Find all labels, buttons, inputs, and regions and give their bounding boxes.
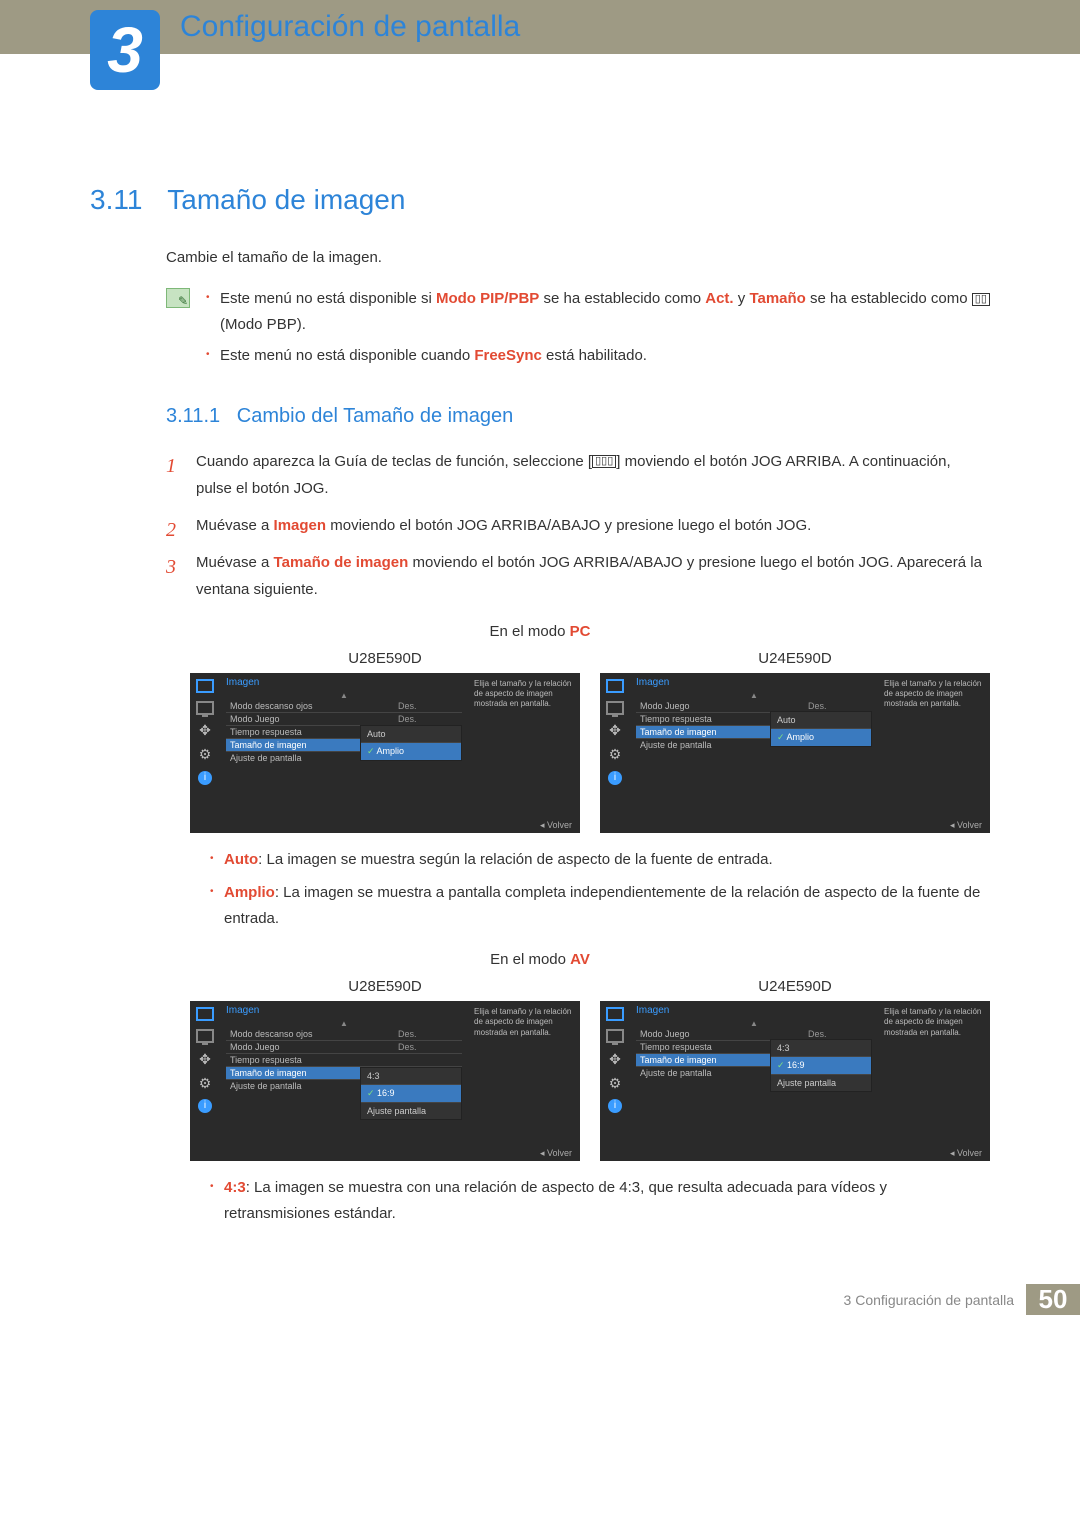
settings-tab-icon xyxy=(606,747,624,763)
osd-screenshot: i Imagen ▲ Modo JuegoDes. Tiempo respues… xyxy=(600,1001,990,1161)
osd-title: Imagen xyxy=(226,677,462,688)
chapter-badge: 3 xyxy=(90,10,160,90)
scroll-up-icon: ▲ xyxy=(226,1019,462,1028)
settings-tab-icon xyxy=(606,1075,624,1091)
display-tab-icon xyxy=(196,1029,214,1043)
page-number: 50 xyxy=(1026,1284,1080,1315)
osd-submenu: 4:3 16:9 Ajuste pantalla xyxy=(770,1039,872,1092)
osd-screenshot: i Imagen ▲ Modo descanso ojosDes. Modo J… xyxy=(190,673,580,833)
mode-pc-label: En el modo PC xyxy=(90,623,990,640)
settings-tab-icon xyxy=(196,747,214,763)
mode-av-label: En el modo AV xyxy=(90,951,990,968)
osd-back: Volver xyxy=(946,818,986,833)
picture-tab-icon xyxy=(606,1007,624,1021)
display-tab-icon xyxy=(196,701,214,715)
subsection-title: Cambio del Tamaño de imagen xyxy=(237,405,513,427)
osd-hint: Elija el tamaño y la relación de aspecto… xyxy=(878,673,990,833)
section-title: Tamaño de imagen xyxy=(167,184,405,215)
section-heading: 3.11 Tamaño de imagen xyxy=(90,184,990,216)
section-number: 3.11 xyxy=(90,184,160,216)
step-item: 2 Muévase a Imagen moviendo el botón JOG… xyxy=(166,512,990,539)
osd-title: Imagen xyxy=(636,1005,872,1016)
osd-back: Volver xyxy=(536,818,576,833)
osd-row-pc: U28E590D i Imagen ▲ Modo descanso ojosDe… xyxy=(190,650,990,833)
display-tab-icon xyxy=(606,1029,624,1043)
move-tab-icon xyxy=(196,723,214,739)
subsection-number: 3.11.1 xyxy=(166,405,220,427)
note-list: Este menú no está disponible si Modo PIP… xyxy=(206,286,990,375)
info-tab-icon: i xyxy=(608,771,622,785)
chapter-title: Configuración de pantalla xyxy=(180,10,520,44)
bullet-item: 4:3: La imagen se muestra con una relaci… xyxy=(210,1175,990,1226)
osd-submenu: 4:3 16:9 Ajuste pantalla xyxy=(360,1067,462,1120)
header-bar: Configuración de pantalla xyxy=(0,0,1080,54)
bullet-item: Auto: La imagen se muestra según la rela… xyxy=(210,847,990,873)
note-item: Este menú no está disponible si Modo PIP… xyxy=(206,286,990,337)
footer-chapter: 3 Configuración de pantalla xyxy=(844,1292,1026,1308)
scroll-up-icon: ▲ xyxy=(636,1019,872,1028)
picture-tab-icon xyxy=(606,679,624,693)
scroll-up-icon: ▲ xyxy=(226,691,462,700)
step-item: 3 Muévase a Tamaño de imagen moviendo el… xyxy=(166,549,990,603)
osd-back: Volver xyxy=(946,1146,986,1161)
menu-icon: ▯▯▯ xyxy=(592,455,616,468)
section-intro: Cambie el tamaño de la imagen. xyxy=(166,246,990,270)
osd-model-label: U28E590D xyxy=(190,978,580,995)
osd-back: Volver xyxy=(536,1146,576,1161)
osd-hint: Elija el tamaño y la relación de aspecto… xyxy=(468,673,580,833)
osd-model-label: U24E590D xyxy=(600,978,990,995)
move-tab-icon xyxy=(606,1051,624,1067)
move-tab-icon xyxy=(606,723,624,739)
osd-screenshot: i Imagen ▲ Modo JuegoDes. Tiempo respues… xyxy=(600,673,990,833)
osd-hint: Elija el tamaño y la relación de aspecto… xyxy=(468,1001,580,1161)
info-tab-icon: i xyxy=(198,1099,212,1113)
note-icon xyxy=(166,288,190,308)
picture-tab-icon xyxy=(196,679,214,693)
osd-screenshot: i Imagen ▲ Modo descanso ojosDes. Modo J… xyxy=(190,1001,580,1161)
display-tab-icon xyxy=(606,701,624,715)
pbp-icon: ▯▯ xyxy=(972,293,990,306)
move-tab-icon xyxy=(196,1051,214,1067)
info-tab-icon: i xyxy=(608,1099,622,1113)
step-item: 1 Cuando aparezca la Guía de teclas de f… xyxy=(166,448,990,502)
osd-title: Imagen xyxy=(636,677,872,688)
picture-tab-icon xyxy=(196,1007,214,1021)
chapter-number: 3 xyxy=(107,18,143,82)
steps-list: 1 Cuando aparezca la Guía de teclas de f… xyxy=(166,448,990,603)
note-item: Este menú no está disponible cuando Free… xyxy=(206,343,990,369)
bullet-item: Amplio: La imagen se muestra a pantalla … xyxy=(210,880,990,931)
osd-row-av: U28E590D i Imagen ▲ Modo descanso ojosDe… xyxy=(190,978,990,1161)
osd-model-label: U24E590D xyxy=(600,650,990,667)
info-tab-icon: i xyxy=(198,771,212,785)
osd-submenu: Auto Amplio xyxy=(360,725,462,761)
page-footer: 3 Configuración de pantalla 50 xyxy=(0,1284,1080,1315)
scroll-up-icon: ▲ xyxy=(636,691,872,700)
osd-submenu: Auto Amplio xyxy=(770,711,872,747)
osd-title: Imagen xyxy=(226,1005,462,1016)
pc-bullets: Auto: La imagen se muestra según la rela… xyxy=(210,847,990,932)
av-bullets: 4:3: La imagen se muestra con una relaci… xyxy=(210,1175,990,1226)
subsection-heading: 3.11.1 Cambio del Tamaño de imagen xyxy=(166,405,990,428)
settings-tab-icon xyxy=(196,1075,214,1091)
osd-model-label: U28E590D xyxy=(190,650,580,667)
osd-hint: Elija el tamaño y la relación de aspecto… xyxy=(878,1001,990,1161)
